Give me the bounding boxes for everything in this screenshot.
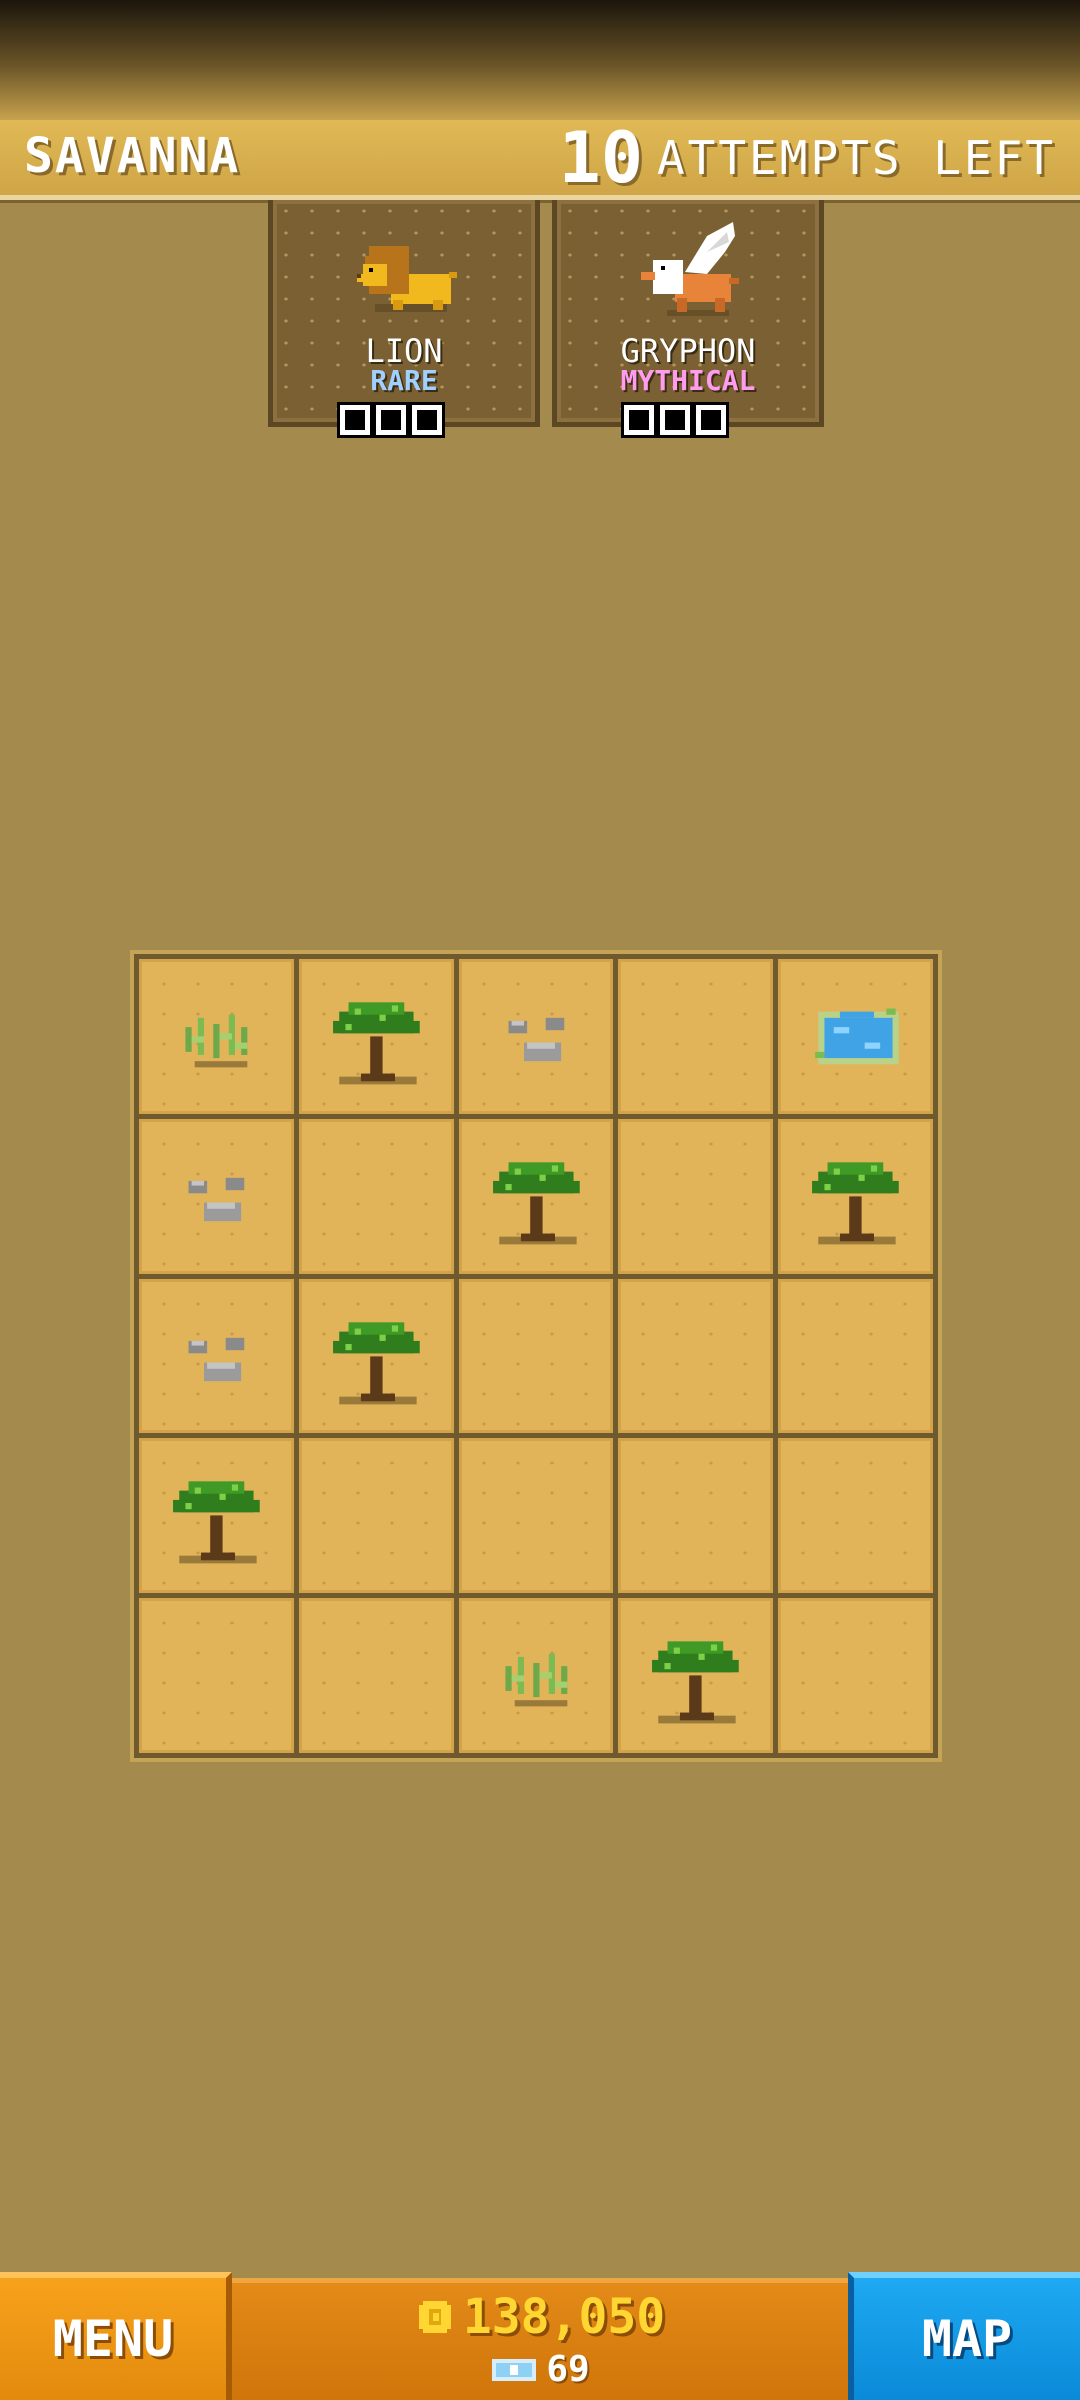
board-tile[interactable] <box>618 1278 774 1434</box>
tree-icon <box>332 1002 420 1085</box>
tree-icon <box>332 1321 420 1404</box>
board-tile[interactable] <box>778 1598 933 1753</box>
dig-board <box>130 950 942 1762</box>
tree-icon <box>812 1162 899 1245</box>
attempts-counter: 10 ATTEMPTS LEFT <box>559 117 1056 199</box>
lion-icon <box>357 246 457 312</box>
tree-icon <box>652 1641 740 1724</box>
board-tile[interactable] <box>618 1438 774 1594</box>
attempts-count: 10 <box>558 116 643 199</box>
board-tile[interactable] <box>298 959 454 1114</box>
board-tile[interactable] <box>298 1598 454 1753</box>
ticket-icon <box>492 2358 537 2381</box>
gryphon-progress-slots <box>624 405 726 435</box>
bush-icon <box>185 1014 248 1068</box>
attempts-label: ATTEMPTS LEFT <box>656 130 1056 185</box>
map-button[interactable]: MAP <box>848 2272 1080 2400</box>
board-tile[interactable] <box>458 1278 614 1434</box>
board-tile[interactable] <box>778 1278 933 1434</box>
rocks-icon <box>188 1337 245 1381</box>
board-tile[interactable] <box>139 1598 294 1753</box>
board-tile[interactable] <box>139 959 294 1114</box>
progress-slot <box>376 405 406 435</box>
tree-icon <box>173 1481 260 1564</box>
animal-rarity: MYTHICAL <box>620 364 756 397</box>
animal-card-gryphon[interactable]: GRYPHON MYTHICAL <box>552 200 824 427</box>
progress-slot <box>696 405 726 435</box>
board-tile[interactable] <box>618 959 774 1114</box>
board-tile[interactable] <box>458 1598 614 1753</box>
tree-icon <box>492 1162 580 1245</box>
board-tile[interactable] <box>778 959 933 1114</box>
coin-display: 138,050 <box>232 2289 848 2345</box>
coin-amount: 138,050 <box>462 2289 666 2345</box>
board-tile[interactable] <box>458 959 614 1114</box>
rocks-icon <box>508 1017 564 1062</box>
board-tile[interactable] <box>298 1278 454 1434</box>
progress-slot <box>624 405 654 435</box>
board-tile[interactable] <box>778 1118 933 1274</box>
board-tile[interactable] <box>139 1118 294 1274</box>
progress-slot <box>412 405 442 435</box>
status-bar-shade <box>0 0 1080 120</box>
board-tile[interactable] <box>778 1438 933 1594</box>
board-tile[interactable] <box>298 1438 454 1594</box>
board-tile[interactable] <box>618 1118 774 1274</box>
board-tile[interactable] <box>139 1278 294 1434</box>
coin-icon <box>418 2301 451 2333</box>
rocks-icon <box>188 1177 245 1221</box>
biome-title: SAVANNA <box>24 128 241 184</box>
menu-button[interactable]: MENU <box>0 2272 232 2400</box>
board-tile[interactable] <box>458 1438 614 1594</box>
board-tile[interactable] <box>618 1598 774 1753</box>
animal-card-lion[interactable]: LION RARE <box>268 200 540 427</box>
gryphon-icon <box>641 222 739 316</box>
currency-panel: 138,050 69 <box>232 2278 848 2400</box>
board-tile[interactable] <box>458 1118 614 1274</box>
board-tile[interactable] <box>139 1438 294 1594</box>
lion-progress-slots <box>340 405 442 435</box>
animal-rarity: RARE <box>370 364 438 397</box>
bottom-bar: MENU 138,050 69 MAP <box>0 2272 1080 2400</box>
water-icon <box>815 1008 899 1065</box>
board-tile[interactable] <box>298 1118 454 1274</box>
progress-slot <box>660 405 690 435</box>
bush-icon <box>505 1653 567 1707</box>
gem-amount: 69 <box>546 2349 590 2390</box>
top-header: SAVANNA 10 ATTEMPTS LEFT <box>0 117 1080 200</box>
gem-display: 69 <box>232 2349 848 2390</box>
progress-slot <box>340 405 370 435</box>
